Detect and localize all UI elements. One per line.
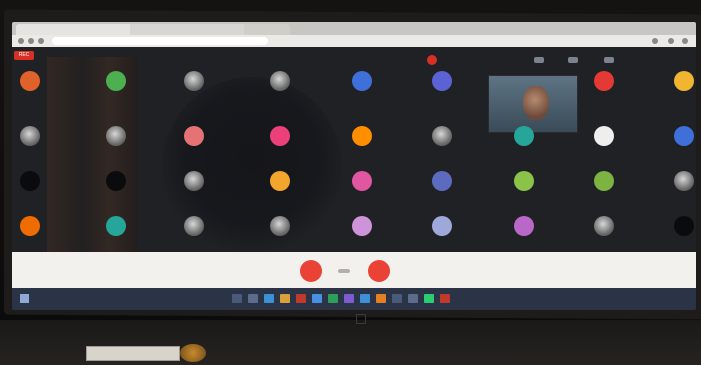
- laptop-logo: [356, 314, 366, 324]
- participant-avatar[interactable]: [20, 171, 40, 191]
- taskbar-app-icon[interactable]: [408, 294, 418, 303]
- photo-scene: REC: [0, 0, 701, 365]
- participant-avatar[interactable]: [106, 71, 126, 91]
- browser-address-row: [12, 35, 696, 47]
- self-view-tile[interactable]: [488, 75, 578, 133]
- extension-icon[interactable]: [652, 38, 658, 44]
- recording-badge: REC: [14, 51, 34, 60]
- participant-avatar[interactable]: [352, 126, 372, 146]
- profile-icon[interactable]: [668, 38, 674, 44]
- participant-avatar[interactable]: [20, 71, 40, 91]
- participant-avatar[interactable]: [270, 171, 290, 191]
- round-sticker: [180, 344, 206, 362]
- call-control-bar: [12, 252, 696, 288]
- taskbar-app-icon[interactable]: [264, 294, 274, 303]
- participant-avatar[interactable]: [352, 216, 372, 236]
- participant-avatar[interactable]: [594, 171, 614, 191]
- taskbar-app-icon[interactable]: [248, 294, 258, 303]
- participant-avatar[interactable]: [432, 171, 452, 191]
- participant-avatar[interactable]: [270, 216, 290, 236]
- taskbar-app-icon[interactable]: [280, 294, 290, 303]
- taskbar-app-icon[interactable]: [312, 294, 322, 303]
- participant-avatar[interactable]: [594, 216, 614, 236]
- taskbar-app-icon[interactable]: [440, 294, 450, 303]
- participant-avatar[interactable]: [106, 216, 126, 236]
- presenter-avatar-icon: [427, 55, 437, 65]
- people-icon[interactable]: [534, 57, 544, 63]
- browser-tab-google[interactable]: [130, 24, 246, 35]
- participant-avatar[interactable]: [184, 71, 204, 91]
- reload-icon[interactable]: [38, 38, 44, 44]
- participant-avatar[interactable]: [674, 126, 694, 146]
- activities-icon[interactable]: [604, 57, 614, 63]
- participant-avatar[interactable]: [352, 71, 372, 91]
- participant-avatar[interactable]: [352, 171, 372, 191]
- participant-avatar[interactable]: [432, 71, 452, 91]
- participant-avatar[interactable]: [514, 216, 534, 236]
- participant-avatar[interactable]: [514, 171, 534, 191]
- camera-off-button[interactable]: [368, 260, 390, 282]
- participant-avatar[interactable]: [594, 126, 614, 146]
- participant-avatar[interactable]: [432, 216, 452, 236]
- meeting-grid: REC: [12, 47, 696, 276]
- taskbar-app-icon[interactable]: [424, 294, 434, 303]
- participant-avatar[interactable]: [270, 71, 290, 91]
- taskbar-app-icon[interactable]: [344, 294, 354, 303]
- participant-avatar[interactable]: [674, 216, 694, 236]
- address-bar[interactable]: [52, 37, 268, 45]
- taskbar-app-icon[interactable]: [328, 294, 338, 303]
- laptop-sticker: [86, 346, 180, 361]
- start-menu-icon[interactable]: [20, 294, 29, 303]
- participant-avatar[interactable]: [432, 126, 452, 146]
- taskbar-app-icon[interactable]: [392, 294, 402, 303]
- participant-avatar[interactable]: [184, 216, 204, 236]
- hangup-button[interactable]: [338, 269, 350, 273]
- taskbar-app-icon[interactable]: [376, 294, 386, 303]
- browser-tab-meet[interactable]: [16, 24, 132, 35]
- participant-avatar[interactable]: [184, 171, 204, 191]
- participant-avatar[interactable]: [594, 71, 614, 91]
- mic-off-button[interactable]: [300, 260, 322, 282]
- laptop-screen: REC: [12, 22, 696, 310]
- participant-avatar[interactable]: [184, 126, 204, 146]
- browser-tab-new[interactable]: [244, 24, 290, 35]
- participant-avatar[interactable]: [106, 171, 126, 191]
- participant-avatar[interactable]: [514, 126, 534, 146]
- participant-avatar[interactable]: [106, 126, 126, 146]
- participant-avatar[interactable]: [20, 216, 40, 236]
- participant-avatar[interactable]: [270, 126, 290, 146]
- participant-avatar[interactable]: [674, 71, 694, 91]
- taskbar-app-icon[interactable]: [296, 294, 306, 303]
- os-taskbar: [12, 288, 696, 310]
- forward-icon[interactable]: [28, 38, 34, 44]
- back-icon[interactable]: [18, 38, 24, 44]
- menu-icon[interactable]: [682, 38, 688, 44]
- chat-icon[interactable]: [568, 57, 578, 63]
- browser-tabbar: [12, 22, 696, 35]
- self-video-face: [523, 86, 549, 120]
- participant-avatar[interactable]: [674, 171, 694, 191]
- participant-avatar[interactable]: [20, 126, 40, 146]
- taskbar-app-icon[interactable]: [232, 294, 242, 303]
- taskbar-app-icon[interactable]: [360, 294, 370, 303]
